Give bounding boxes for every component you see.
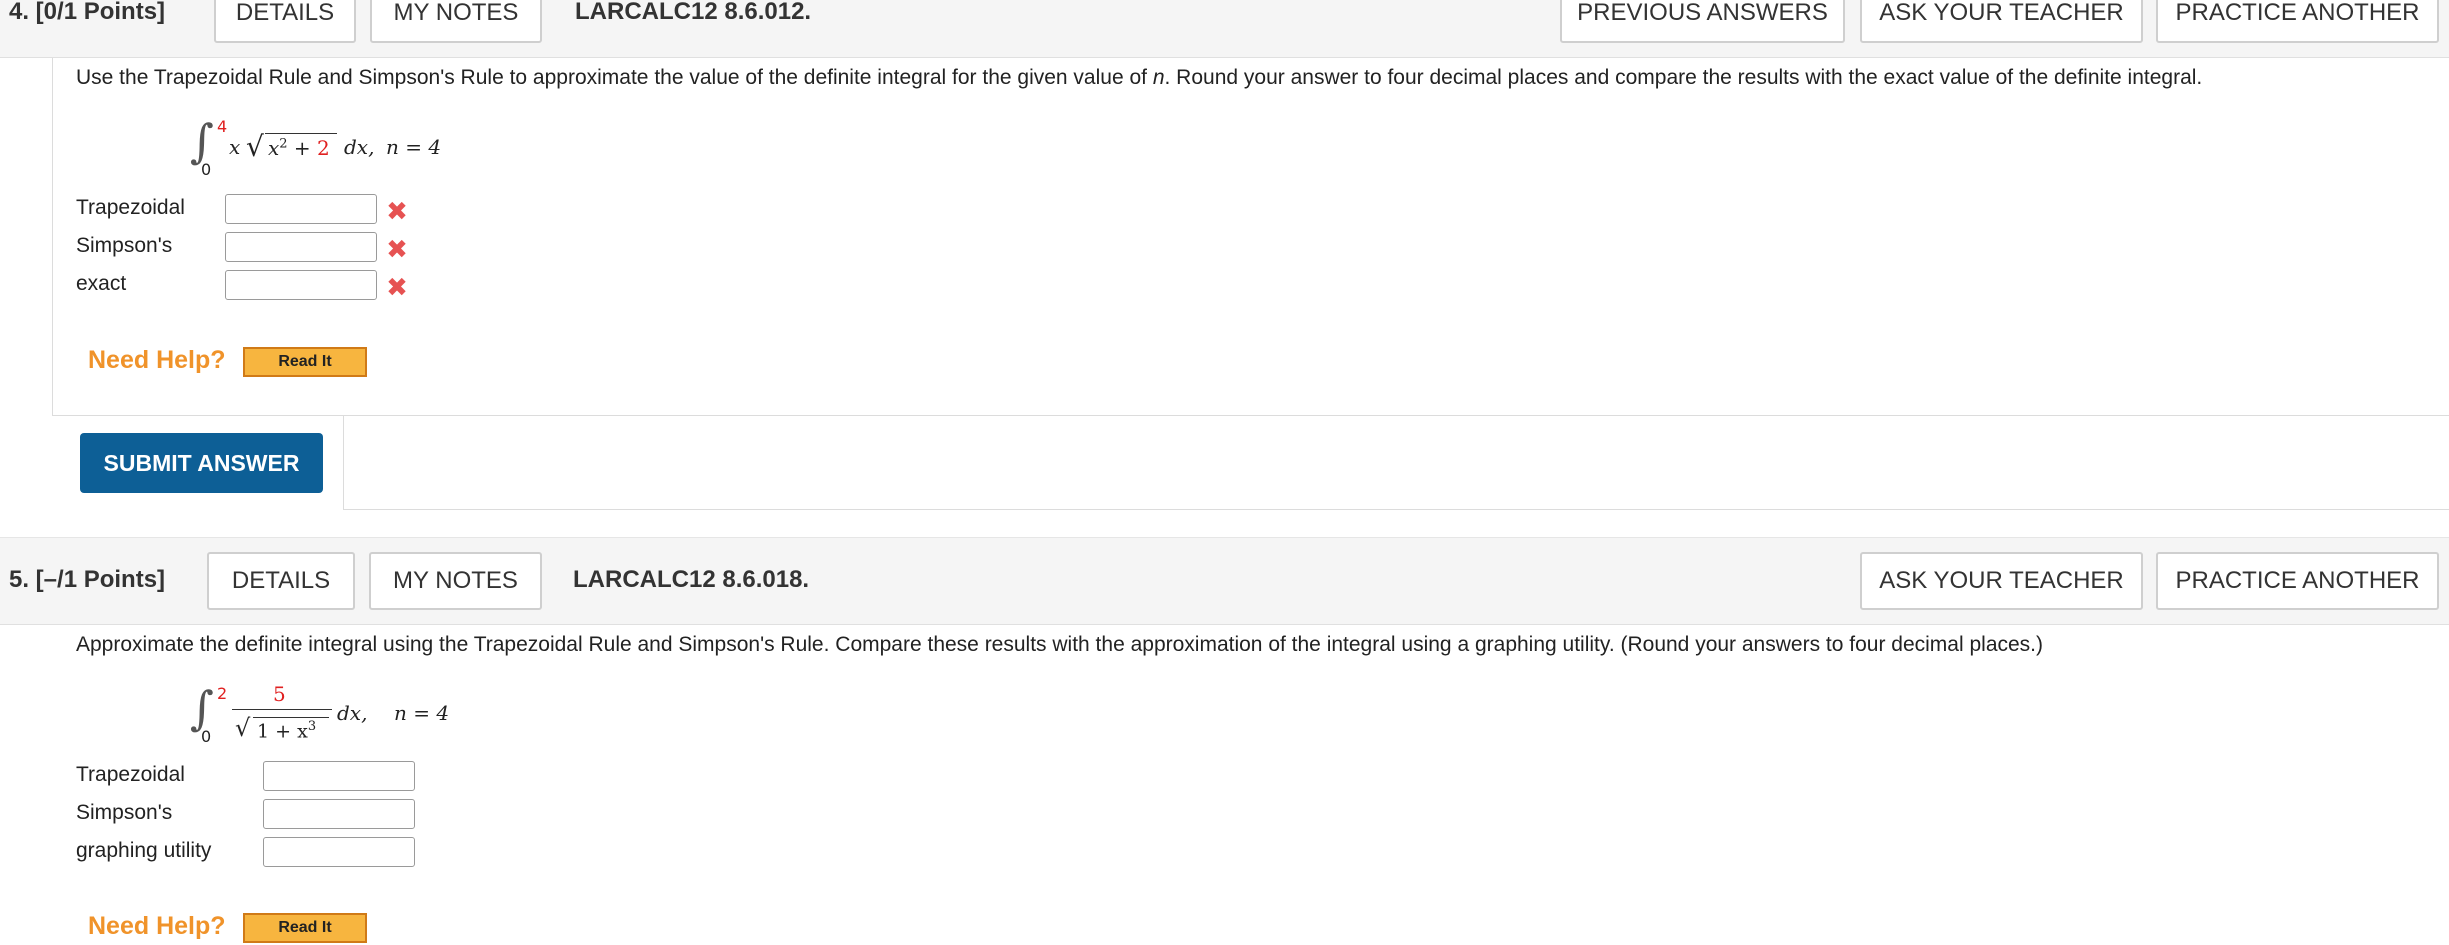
q5-details-button[interactable]: DETAILS [207, 552, 355, 610]
q4-points-label: 4. [0/1 Points] [9, 0, 166, 25]
q4-dx: dx, [344, 135, 375, 159]
q5-graphing-utility-input[interactable] [263, 837, 415, 867]
q5-denominator: 1 + x [257, 720, 308, 743]
q4-read-it-button[interactable]: Read It [243, 347, 367, 377]
q4-previous-answers-button[interactable]: PREVIOUS ANSWERS [1560, 0, 1845, 43]
q5-label-trapezoidal: Trapezoidal [76, 763, 185, 786]
q4-label-simpsons: Simpson's [76, 234, 173, 257]
q4-simpsons-input[interactable] [225, 232, 377, 262]
q5-problem-code: LARCALC12 8.6.018. [573, 566, 810, 593]
q4-problem-code: LARCALC12 8.6.012. [575, 0, 812, 25]
q5-denominator-exp: 3 [307, 719, 317, 734]
q4-upper-limit: 4 [217, 117, 228, 136]
q4-radicand-exp: 2 [279, 136, 288, 152]
q4-label-trapezoidal: Trapezoidal [76, 196, 185, 219]
q5-n-equals: n = 4 [394, 701, 450, 725]
q4-instructions-pre: Use the Trapezoidal Rule and Simpson's R… [76, 66, 1153, 89]
q4-simpsons-incorrect-icon: ✖ [386, 234, 408, 264]
q5-my-notes-button[interactable]: MY NOTES [369, 552, 542, 610]
q5-sqrt-icon: √ [235, 714, 251, 742]
q4-radicand-const: 2 [317, 136, 330, 160]
q5-fraction-bar [232, 709, 332, 710]
q4-n-equals: n = 4 [386, 135, 442, 159]
q4-instructions: Use the Trapezoidal Rule and Simpson's R… [76, 66, 2202, 90]
q4-radicand-x: x [268, 136, 280, 160]
q4-my-notes-button[interactable]: MY NOTES [370, 0, 542, 43]
q4-trapezoidal-incorrect-icon: ✖ [386, 196, 408, 226]
q4-trapezoidal-input[interactable] [225, 194, 377, 224]
q4-body-frame [52, 58, 2449, 510]
q5-lower-limit: 0 [201, 727, 212, 746]
q4-radicand-plus: + [293, 136, 311, 160]
q5-practice-another-button[interactable]: PRACTICE ANOTHER [2156, 552, 2439, 610]
q5-simpsons-input[interactable] [263, 799, 415, 829]
q4-details-button[interactable]: DETAILS [214, 0, 356, 43]
q4-exact-input[interactable] [225, 270, 377, 300]
q5-integral-sign: ∫ [190, 681, 214, 735]
q5-need-help-label: Need Help? [88, 912, 226, 940]
q4-exact-incorrect-icon: ✖ [386, 272, 408, 302]
q5-header: 5. [–/1 Points] DETAILS MY NOTES LARCALC… [0, 537, 2449, 625]
q4-sqrt-bar [265, 133, 337, 134]
q4-submit-answer-button[interactable]: SUBMIT ANSWER [80, 433, 323, 493]
q5-read-it-button[interactable]: Read It [243, 913, 367, 943]
q5-points-label: 5. [–/1 Points] [9, 566, 166, 593]
q4-instructions-post: . Round your answer to four decimal plac… [1164, 66, 2203, 89]
q5-instructions: Approximate the definite integral using … [76, 633, 2044, 656]
q4-header: 4. [0/1 Points] DETAILS MY NOTES LARCALC… [0, 0, 2449, 58]
q5-label-graphing-utility: graphing utility [76, 839, 212, 862]
q4-ask-teacher-button[interactable]: ASK YOUR TEACHER [1860, 0, 2143, 43]
q4-sqrt-icon: √ [246, 130, 264, 163]
q4-instructions-n: n [1152, 66, 1165, 89]
q4-need-help-label: Need Help? [88, 346, 226, 374]
q4-practice-another-button[interactable]: PRACTICE ANOTHER [2156, 0, 2439, 43]
q4-label-exact: exact [76, 272, 127, 295]
q5-upper-limit: 2 [217, 684, 228, 703]
q5-sqrt-bar [253, 717, 329, 718]
q4-integrand-x: x [229, 135, 241, 159]
q5-ask-teacher-button[interactable]: ASK YOUR TEACHER [1860, 552, 2143, 610]
q5-trapezoidal-input[interactable] [263, 761, 415, 791]
q5-label-simpsons: Simpson's [76, 801, 173, 824]
q4-integral-sign: ∫ [190, 114, 214, 168]
q5-dx: dx, [337, 701, 368, 725]
q4-submit-divider [344, 415, 2449, 416]
q5-numerator: 5 [273, 682, 286, 706]
q4-lower-limit: 0 [201, 160, 212, 179]
